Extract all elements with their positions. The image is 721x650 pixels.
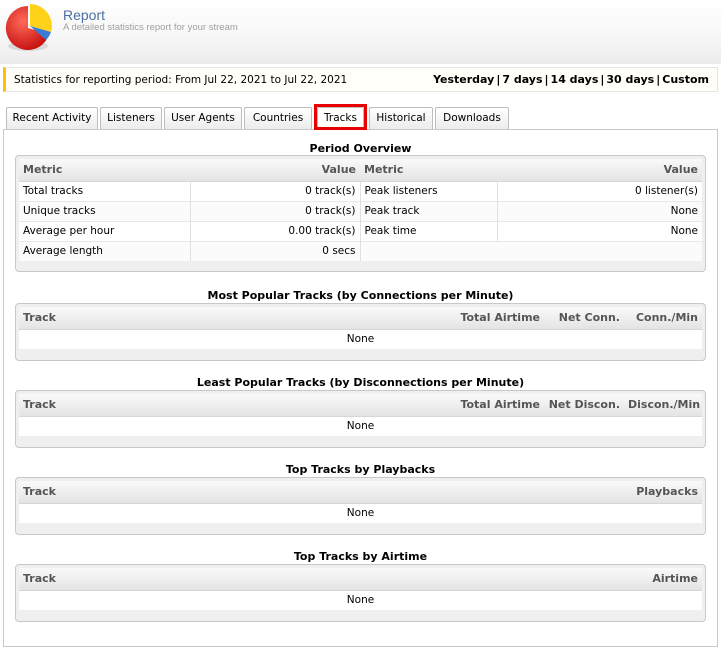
column-header-discon-per-min: Discon./Min xyxy=(624,394,702,417)
column-header-metric: Metric xyxy=(19,159,190,182)
table-row: Average per hour 0.00 track(s) Peak time… xyxy=(19,220,702,241)
most-popular-table: Track Total Airtime Net Conn. Conn./Min … xyxy=(19,307,702,349)
tab-recent-activity[interactable]: Recent Activity xyxy=(6,107,98,129)
metric-value: 0.00 track(s) xyxy=(189,220,360,241)
metric-label: Peak track xyxy=(359,200,497,221)
metric-value: 0 track(s) xyxy=(189,180,360,201)
metric-label: Average per hour xyxy=(19,220,190,241)
top-playbacks-table: Track Playbacks None xyxy=(19,481,702,523)
column-header-total-airtime: Total Airtime xyxy=(444,307,544,330)
tracks-tab-highlight xyxy=(314,104,367,130)
column-header-track: Track xyxy=(19,394,444,417)
table-row: None xyxy=(19,589,702,610)
tab-downloads[interactable]: Downloads xyxy=(435,107,509,129)
period-link-yesterday[interactable]: Yesterday xyxy=(433,73,494,86)
page-title: Report xyxy=(63,7,106,23)
period-overview-box: Metric Value Metric Value Total tracks 0… xyxy=(15,155,706,272)
metric-value xyxy=(497,240,702,261)
column-header-metric: Metric xyxy=(360,159,497,182)
empty-row-text: None xyxy=(19,502,702,523)
tab-listeners[interactable]: Listeners xyxy=(100,107,162,129)
metric-value: 0 secs xyxy=(189,240,360,261)
column-header-net-discon: Net Discon. xyxy=(544,394,624,417)
metric-label: Peak listeners xyxy=(359,180,497,201)
column-header-track: Track xyxy=(19,307,444,330)
period-overview-table: Metric Value Metric Value Total tracks 0… xyxy=(19,159,702,261)
top-playbacks-box: Track Playbacks None xyxy=(15,477,706,535)
metric-label: Total tracks xyxy=(19,180,190,201)
empty-row-text: None xyxy=(19,415,702,436)
pie-chart-icon xyxy=(5,4,52,51)
period-link-7-days[interactable]: 7 days xyxy=(502,73,542,86)
column-header-playbacks: Playbacks xyxy=(582,481,702,504)
metric-value: None xyxy=(496,200,702,221)
column-header-conn-per-min: Conn./Min xyxy=(624,307,702,330)
column-header-airtime: Airtime xyxy=(582,568,702,591)
column-header-track: Track xyxy=(19,568,582,591)
metric-value: 0 track(s) xyxy=(189,200,360,221)
period-link-14-days[interactable]: 14 days xyxy=(551,73,599,86)
period-link-30-days[interactable]: 30 days xyxy=(606,73,654,86)
column-header-track: Track xyxy=(19,481,582,504)
top-airtime-box: Track Airtime None xyxy=(15,564,706,622)
separator: | xyxy=(544,73,549,86)
empty-row-text: None xyxy=(19,328,702,349)
most-popular-box: Track Total Airtime Net Conn. Conn./Min … xyxy=(15,303,706,361)
section-title-period-overview: Period Overview xyxy=(309,142,412,155)
table-row: None xyxy=(19,328,702,349)
least-popular-box: Track Total Airtime Net Discon. Discon./… xyxy=(15,390,706,448)
tab-countries[interactable]: Countries xyxy=(244,107,312,129)
metric-label: Peak time xyxy=(359,220,497,241)
metric-label xyxy=(359,240,497,261)
metric-value: None xyxy=(496,220,702,241)
tab-user-agents[interactable]: User Agents xyxy=(164,107,242,129)
section-title-top-playbacks: Top Tracks by Playbacks xyxy=(285,463,436,476)
page-header: Report A detailed statistics report for … xyxy=(0,0,721,64)
column-header-net-conn: Net Conn. xyxy=(544,307,624,330)
metric-value: 0 listener(s) xyxy=(496,180,702,201)
table-row: Unique tracks 0 track(s) Peak track None xyxy=(19,200,702,221)
table-row: Total tracks 0 track(s) Peak listeners 0… xyxy=(19,180,702,201)
table-row: None xyxy=(19,502,702,523)
metric-label: Unique tracks xyxy=(19,200,190,221)
page-subtitle: A detailed statistics report for your st… xyxy=(63,22,238,33)
table-row: Average length 0 secs xyxy=(19,240,702,261)
metric-label: Average length xyxy=(19,240,190,261)
column-header-total-airtime: Total Airtime xyxy=(444,394,544,417)
section-title-most-popular: Most Popular Tracks (by Connections per … xyxy=(207,289,514,302)
period-links: Yesterday | 7 days | 14 days | 30 days | Custom xyxy=(433,73,709,86)
top-airtime-table: Track Airtime None xyxy=(19,568,702,610)
least-popular-table: Track Total Airtime Net Discon. Discon./… xyxy=(19,394,702,436)
tab-historical[interactable]: Historical xyxy=(369,107,433,129)
column-header-value: Value xyxy=(497,159,702,182)
column-header-value: Value xyxy=(190,159,360,182)
reporting-period-text: Statistics for reporting period: From Ju… xyxy=(14,74,348,86)
section-title-least-popular: Least Popular Tracks (by Disconnections … xyxy=(196,376,525,389)
empty-row-text: None xyxy=(19,589,702,610)
section-title-top-airtime: Top Tracks by Airtime xyxy=(293,550,428,563)
reporting-period-bar: Statistics for reporting period: From Ju… xyxy=(3,67,718,92)
period-link-custom[interactable]: Custom xyxy=(662,73,709,86)
table-row: None xyxy=(19,415,702,436)
